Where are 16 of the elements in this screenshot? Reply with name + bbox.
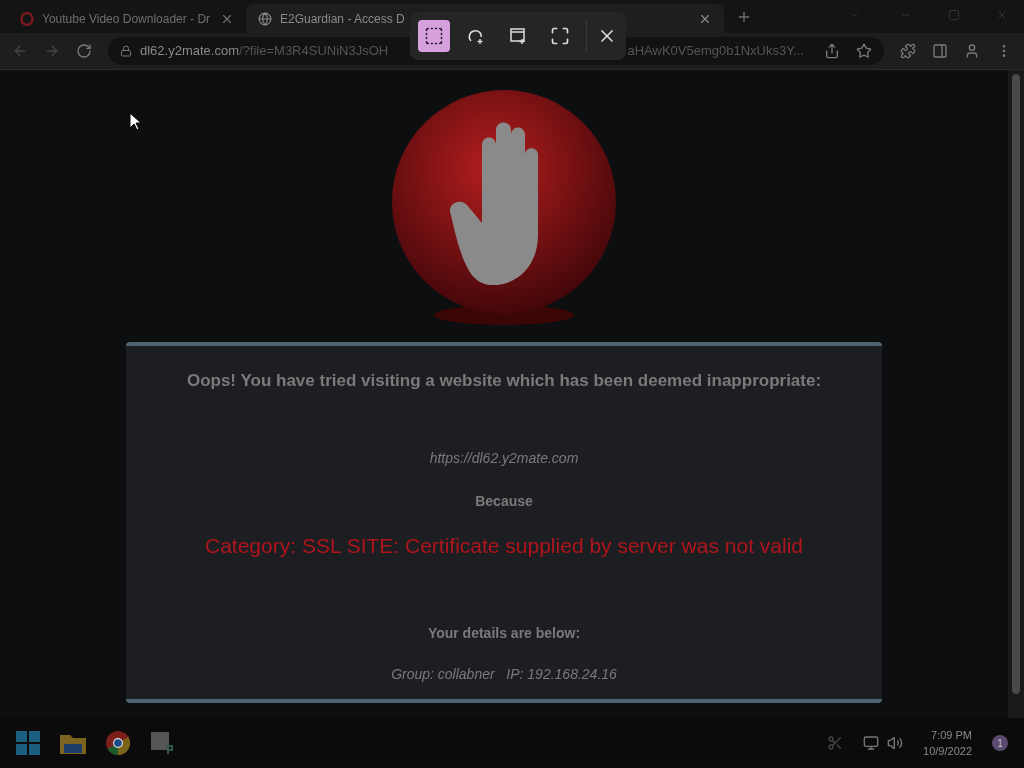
details-heading: Your details are below: (427, 624, 581, 643)
block-reason: Category: SSL SITE: Certificate supplied by server was not valid (205, 532, 803, 559)
browser-tab[interactable]: Youtube Video Downloader - Dr (8, 4, 246, 33)
block-message: Oops! You have tried visiting a website which has been deemed inappropriate: (186, 370, 822, 392)
url-path: aHAwK0V5emg0b1NxUks3Y... (627, 42, 804, 61)
tab-title: E2Guardian - Access D (280, 10, 406, 28)
clock[interactable]: 7:09 PM 10/9/2022 (923, 727, 972, 759)
url-path: /?file=M3R4SUNiN3JsOH (239, 42, 389, 61)
because-label: Because (475, 491, 533, 511)
url-host: dl62.y2mate.com (140, 42, 239, 61)
notification-count[interactable]: 1 (992, 735, 1008, 751)
clock-time: 7:09 PM (931, 728, 972, 743)
blocked-url: https://dl62.y2mate.com (429, 448, 579, 468)
clock-date: 10/9/2022 (923, 744, 972, 759)
user-details: Group: collabner IP: 192.168.24.16 (391, 665, 617, 684)
tab-title: Youtube Video Downloader - Dr (42, 10, 212, 28)
